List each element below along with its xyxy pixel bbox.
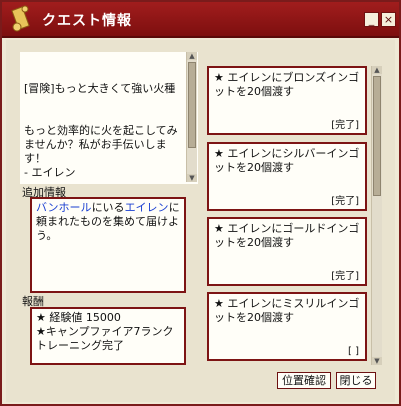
objective-item: ★ エイレンにブロンズインゴットを20個渡す [完了] (207, 66, 367, 135)
close-button[interactable]: 閉じる (336, 372, 376, 389)
scroll-icon (11, 5, 30, 32)
info-text: にいる (91, 201, 125, 214)
scroll-down-arrow-icon[interactable]: ▼ (187, 174, 197, 182)
scroll-up-arrow-icon[interactable]: ▲ (372, 66, 382, 74)
content-area: [冒険]もっと大きくて強い火種 もっと効率的に火を起こしてみませんか？私がお手伝… (6, 40, 395, 402)
minimize-button[interactable]: _ (364, 12, 379, 27)
npc-link[interactable]: エイレン (125, 201, 169, 214)
reward-skill: ★キャンプファイア7ランクトレーニング完了 (36, 325, 174, 352)
objective-text: ★ エイレンにゴールドインゴットを20個渡す (214, 222, 360, 249)
objective-status: [完了] (331, 271, 359, 282)
scroll-up-arrow-icon[interactable]: ▲ (187, 52, 197, 60)
location-link[interactable]: バンホール (36, 201, 92, 214)
description-scrollbar[interactable]: ▲ ▼ (186, 52, 197, 182)
quest-description: もっと効率的に火を起こしてみませんか？私がお手伝いします！ - エイレン (24, 124, 178, 179)
objective-item: ★ エイレンにミスリルインゴットを20個渡す [ ] (207, 292, 367, 361)
quest-description-panel: [冒険]もっと大きくて強い火種 もっと効率的に火を起こしてみませんか？私がお手伝… (20, 52, 198, 184)
scroll-thumb[interactable] (188, 62, 196, 148)
reward-exp: ★ 経験値 15000 (36, 311, 121, 324)
objective-status: [完了] (331, 196, 359, 207)
title-bar[interactable]: クエスト情報 _ × (2, 2, 399, 38)
additional-info-panel: バンホールにいるエイレンに頼まれたものを集めて届けよう。 (30, 197, 186, 293)
objectives-scrollbar[interactable]: ▲ ▼ (371, 66, 382, 365)
scroll-thumb[interactable] (373, 76, 381, 196)
scroll-down-arrow-icon[interactable]: ▼ (372, 357, 382, 365)
locate-button[interactable]: 位置確認 (277, 372, 331, 389)
objective-text: ★ エイレンにブロンズインゴットを20個渡す (214, 71, 360, 98)
quest-title: [冒険]もっと大きくて強い火種 (24, 82, 176, 95)
reward-panel: ★ 経験値 15000 ★キャンプファイア7ランクトレーニング完了 (30, 307, 186, 365)
quest-info-window: クエスト情報 _ × [冒険]もっと大きくて強い火種 もっと効率的に火を起こして… (0, 0, 401, 406)
objective-text: ★ エイレンにミスリルインゴットを20個渡す (214, 297, 360, 324)
objective-text: ★ エイレンにシルバーインゴットを20個渡す (214, 147, 360, 174)
objective-status: [ ] (348, 346, 359, 357)
close-window-button[interactable]: × (381, 12, 396, 27)
window-title: クエスト情報 (42, 13, 132, 29)
objective-status: [完了] (331, 120, 359, 131)
objective-item: ★ エイレンにシルバーインゴットを20個渡す [完了] (207, 142, 367, 211)
objective-item: ★ エイレンにゴールドインゴットを20個渡す [完了] (207, 217, 367, 286)
